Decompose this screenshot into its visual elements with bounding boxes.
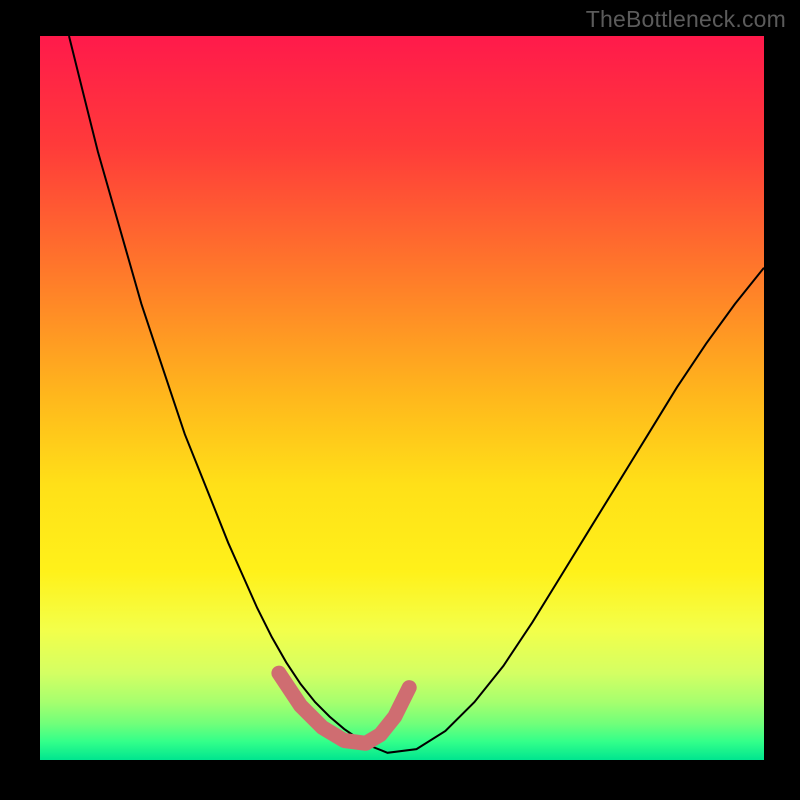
gradient-background <box>40 36 764 760</box>
bottleneck-chart <box>0 0 800 800</box>
chart-frame: TheBottleneck.com <box>0 0 800 800</box>
